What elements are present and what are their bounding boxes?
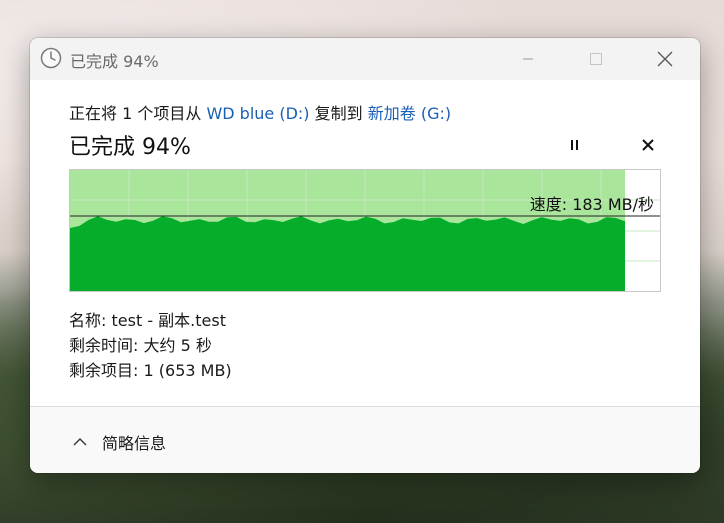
- fewer-details-button[interactable]: 简略信息: [72, 430, 166, 454]
- minimize-button[interactable]: [505, 38, 551, 80]
- speed-graph-chart: [70, 170, 660, 291]
- close-icon: [657, 51, 673, 67]
- detail-row-time: 剩余时间: 大约 5 秒: [69, 333, 232, 358]
- minimize-icon: [523, 58, 533, 60]
- time-remaining-value: 大约 5 秒: [143, 336, 212, 355]
- cancel-button[interactable]: [634, 133, 662, 157]
- time-remaining-label: 剩余时间:: [69, 336, 139, 355]
- close-button[interactable]: [642, 38, 688, 80]
- chevron-up-icon: [73, 438, 87, 446]
- source-drive-link[interactable]: WD blue (D:): [206, 104, 309, 123]
- name-label: 名称:: [69, 311, 107, 330]
- fewer-details-label: 简略信息: [102, 434, 167, 453]
- items-remaining-value: 1 (653 MB): [143, 361, 232, 380]
- close-icon: [642, 139, 654, 151]
- transfer-description: 正在将 1 个项目从 WD blue (D:) 复制到 新加卷 (G:): [69, 100, 451, 124]
- speed-label: 速度: 183 MB/秒: [529, 195, 654, 214]
- name-value: test - 副本.test: [111, 311, 227, 330]
- transfer-prefix: 正在将 1 个项目从: [69, 104, 207, 123]
- title-bar: 已完成 94%: [30, 38, 700, 80]
- window-title: 已完成 94%: [70, 52, 159, 71]
- transfer-details: 名称: test - 副本.test 剩余时间: 大约 5 秒 剩余项目: 1 …: [69, 308, 232, 383]
- destination-drive-link[interactable]: 新加卷 (G:): [368, 104, 451, 123]
- maximize-icon: [590, 53, 602, 65]
- detail-row-name: 名称: test - 副本.test: [69, 308, 232, 333]
- speed-area: [70, 216, 625, 291]
- copy-progress-dialog: 已完成 94% 正在将 1 个项目从 WD blue (D:) 复制到 新加卷 …: [30, 38, 700, 473]
- transfer-middle: 复制到: [309, 104, 368, 123]
- progress-title: 已完成 94%: [69, 135, 191, 160]
- speed-graph: 速度: 183 MB/秒: [69, 169, 661, 292]
- dialog-footer: 简略信息: [30, 407, 700, 473]
- maximize-button[interactable]: [573, 38, 619, 80]
- pause-icon: [571, 140, 578, 150]
- detail-row-items: 剩余项目: 1 (653 MB): [69, 358, 232, 383]
- items-remaining-label: 剩余项目:: [69, 361, 139, 380]
- pause-button[interactable]: [560, 133, 590, 157]
- clock-icon: [40, 47, 62, 69]
